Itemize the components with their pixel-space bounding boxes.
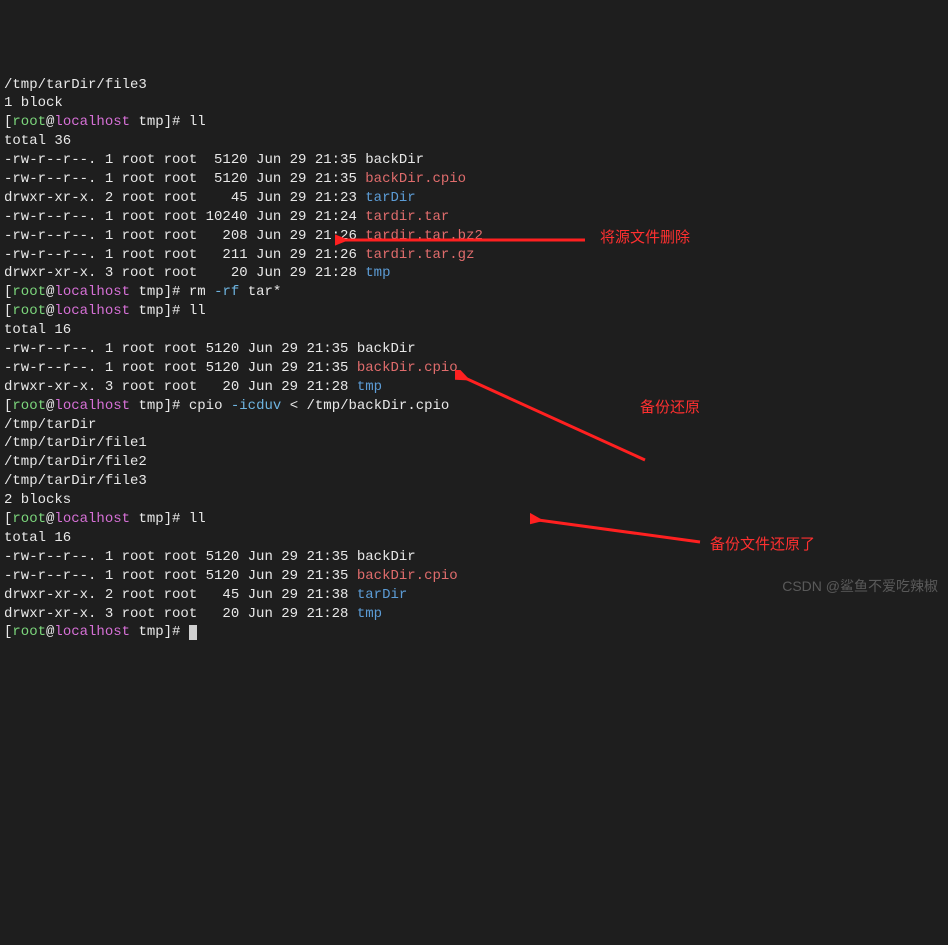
file-row: -rw-r--r--. 1 root root 5120 Jun 29 21:3… [4, 170, 944, 189]
output-line: /tmp/tarDir/file3 [4, 76, 944, 95]
prompt-line[interactable]: [root@localhost tmp]# [4, 623, 944, 642]
output-line: 2 blocks [4, 491, 944, 510]
file-row: drwxr-xr-x. 3 root root 20 Jun 29 21:28 … [4, 264, 944, 283]
file-row: -rw-r--r--. 1 root root 5120 Jun 29 21:3… [4, 567, 944, 586]
prompt-line[interactable]: [root@localhost tmp]# rm -rf tar* [4, 283, 944, 302]
file-row: -rw-r--r--. 1 root root 211 Jun 29 21:26… [4, 246, 944, 265]
prompt-line[interactable]: [root@localhost tmp]# ll [4, 113, 944, 132]
output-line: total 16 [4, 321, 944, 340]
output-line: /tmp/tarDir [4, 416, 944, 435]
output-line: /tmp/tarDir/file2 [4, 453, 944, 472]
file-row: -rw-r--r--. 1 root root 208 Jun 29 21:26… [4, 227, 944, 246]
prompt-line[interactable]: [root@localhost tmp]# ll [4, 510, 944, 529]
file-row: -rw-r--r--. 1 root root 10240 Jun 29 21:… [4, 208, 944, 227]
output-line: /tmp/tarDir/file3 [4, 472, 944, 491]
terminal[interactable]: /tmp/tarDir/file31 block[root@localhost … [4, 76, 944, 643]
file-row: drwxr-xr-x. 2 root root 45 Jun 29 21:23 … [4, 189, 944, 208]
file-row: -rw-r--r--. 1 root root 5120 Jun 29 21:3… [4, 359, 944, 378]
file-row: -rw-r--r--. 1 root root 5120 Jun 29 21:3… [4, 340, 944, 359]
file-row: drwxr-xr-x. 2 root root 45 Jun 29 21:38 … [4, 586, 944, 605]
output-line: 1 block [4, 94, 944, 113]
prompt-line[interactable]: [root@localhost tmp]# ll [4, 302, 944, 321]
output-line: /tmp/tarDir/file1 [4, 434, 944, 453]
file-row: -rw-r--r--. 1 root root 5120 Jun 29 21:3… [4, 151, 944, 170]
output-line: total 36 [4, 132, 944, 151]
file-row: drwxr-xr-x. 3 root root 20 Jun 29 21:28 … [4, 378, 944, 397]
file-row: -rw-r--r--. 1 root root 5120 Jun 29 21:3… [4, 548, 944, 567]
prompt-line[interactable]: [root@localhost tmp]# cpio -icduv < /tmp… [4, 397, 944, 416]
cursor [189, 625, 197, 640]
file-row: drwxr-xr-x. 3 root root 20 Jun 29 21:28 … [4, 605, 944, 624]
output-line: total 16 [4, 529, 944, 548]
